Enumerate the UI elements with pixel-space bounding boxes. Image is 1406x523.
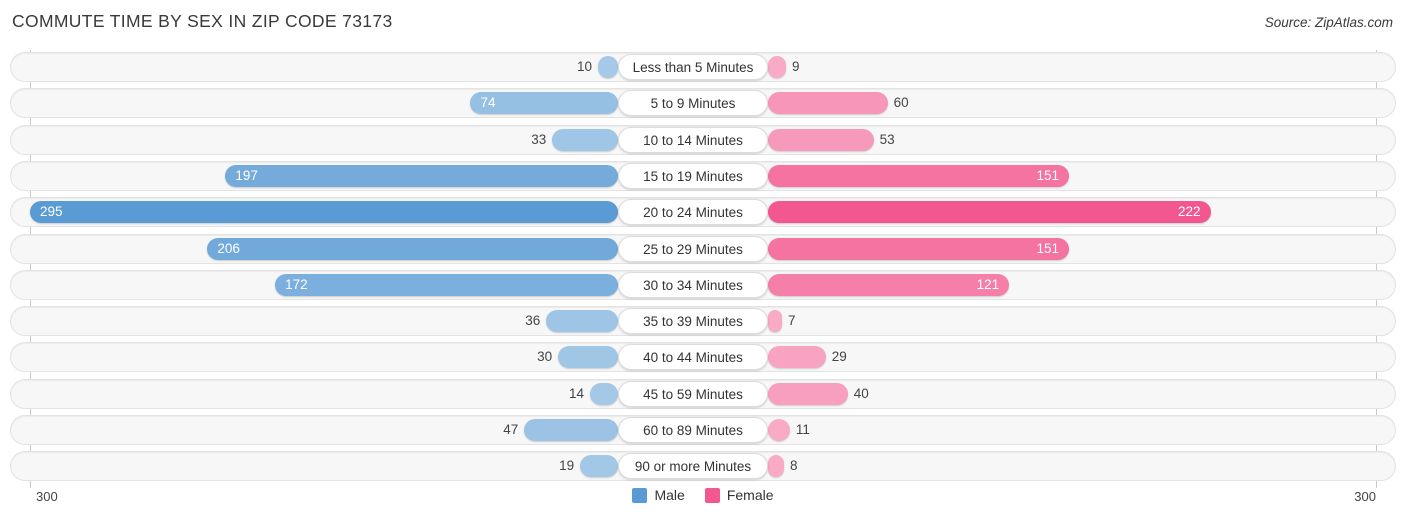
table-row[interactable]: 36 7 35 to 39 Minutes <box>10 306 1396 337</box>
value-label-female: 9 <box>791 59 800 74</box>
plot-area: 10 9 Less than 5 Minutes 74 60 5 to 9 Minutes… <box>0 50 1406 488</box>
category-label: 40 to 44 Minutes <box>618 344 768 371</box>
value-label-female: 53 <box>879 131 895 147</box>
table-row[interactable]: 295 222 20 to 24 Minutes <box>10 197 1396 228</box>
commute-time-chart: COMMUTE TIME BY SEX IN ZIP CODE 73173 So… <box>0 0 1406 523</box>
bar-male[interactable] <box>207 237 618 260</box>
bar-female[interactable] <box>768 419 790 441</box>
category-label: 90 or more Minutes <box>618 453 768 480</box>
table-row[interactable]: 19 8 90 or more Minutes <box>10 451 1396 482</box>
value-label-male: 33 <box>531 131 547 147</box>
category-label: 20 to 24 Minutes <box>618 199 768 226</box>
table-row[interactable]: 172 121 30 to 34 Minutes <box>10 269 1396 300</box>
bar-female[interactable] <box>768 92 888 115</box>
source-attribution: Source: ZipAtlas.com <box>1264 15 1393 30</box>
bar-male[interactable] <box>546 310 618 333</box>
category-label: Less than 5 Minutes <box>618 54 768 80</box>
bar-male[interactable] <box>580 455 618 478</box>
value-label-male: 47 <box>503 422 519 437</box>
table-row[interactable]: 47 11 60 to 89 Minutes <box>10 415 1396 445</box>
legend-label-female: Female <box>726 487 774 503</box>
table-row[interactable]: 33 53 10 to 14 Minutes <box>10 124 1396 155</box>
value-label-male: 295 <box>39 204 63 220</box>
category-label: 15 to 19 Minutes <box>618 162 768 189</box>
value-label-female: 40 <box>853 385 869 401</box>
category-label: 35 to 39 Minutes <box>618 308 768 335</box>
legend-item-female[interactable]: Female <box>704 487 774 503</box>
value-label-male: 36 <box>525 313 541 329</box>
value-label-female: 29 <box>831 349 847 365</box>
table-row[interactable]: 30 29 40 to 44 Minutes <box>10 342 1396 373</box>
value-label-male: 30 <box>537 349 553 365</box>
bar-male[interactable] <box>598 56 618 78</box>
category-label: 30 to 34 Minutes <box>618 271 768 298</box>
category-label: 60 to 89 Minutes <box>618 417 768 443</box>
legend-label-male: Male <box>654 487 685 503</box>
value-label-male: 172 <box>285 276 308 292</box>
value-label-male: 14 <box>569 385 585 401</box>
bar-female[interactable] <box>768 346 826 369</box>
legend: Male Female <box>0 487 1406 503</box>
page-title: COMMUTE TIME BY SEX IN ZIP CODE 73173 <box>12 11 393 31</box>
category-label: 10 to 14 Minutes <box>618 126 768 153</box>
table-row[interactable]: 74 60 5 to 9 Minutes <box>10 88 1396 119</box>
bar-male[interactable] <box>225 164 618 187</box>
bar-female[interactable] <box>768 201 1211 224</box>
bar-female[interactable] <box>768 455 784 478</box>
bar-female[interactable] <box>768 310 782 333</box>
value-label-female: 151 <box>1036 240 1059 256</box>
bar-male[interactable] <box>590 382 618 405</box>
category-label: 45 to 59 Minutes <box>618 380 768 407</box>
value-label-female: 151 <box>1036 167 1059 183</box>
table-row[interactable]: 206 151 25 to 29 Minutes <box>10 233 1396 264</box>
legend-swatch-female <box>704 487 720 503</box>
bar-male[interactable] <box>558 346 618 369</box>
value-label-male: 206 <box>217 240 240 256</box>
bar-female[interactable] <box>768 382 848 405</box>
value-label-female: 60 <box>893 95 909 111</box>
bar-male[interactable] <box>552 128 618 151</box>
table-row[interactable]: 14 40 45 to 59 Minutes <box>10 378 1396 409</box>
value-label-male: 10 <box>577 59 593 74</box>
value-label-male: 19 <box>559 458 575 474</box>
value-label-female: 121 <box>976 276 1000 292</box>
bar-male[interactable] <box>275 273 618 296</box>
value-label-female: 222 <box>1177 204 1201 220</box>
value-label-female: 11 <box>795 422 810 437</box>
bar-female[interactable] <box>768 128 874 151</box>
table-row[interactable]: 197 151 15 to 19 Minutes <box>10 160 1396 191</box>
bar-male[interactable] <box>524 419 618 441</box>
value-label-female: 8 <box>789 458 798 474</box>
legend-item-male[interactable]: Male <box>632 487 685 503</box>
value-label-male: 197 <box>235 167 258 183</box>
value-label-male: 74 <box>480 95 496 111</box>
bar-female[interactable] <box>768 56 786 78</box>
value-label-female: 7 <box>787 313 796 329</box>
category-label: 25 to 29 Minutes <box>618 235 768 262</box>
category-label: 5 to 9 Minutes <box>618 90 768 117</box>
table-row[interactable]: 10 9 Less than 5 Minutes <box>10 52 1396 82</box>
legend-swatch-male <box>632 487 648 503</box>
bar-male[interactable] <box>29 201 618 224</box>
